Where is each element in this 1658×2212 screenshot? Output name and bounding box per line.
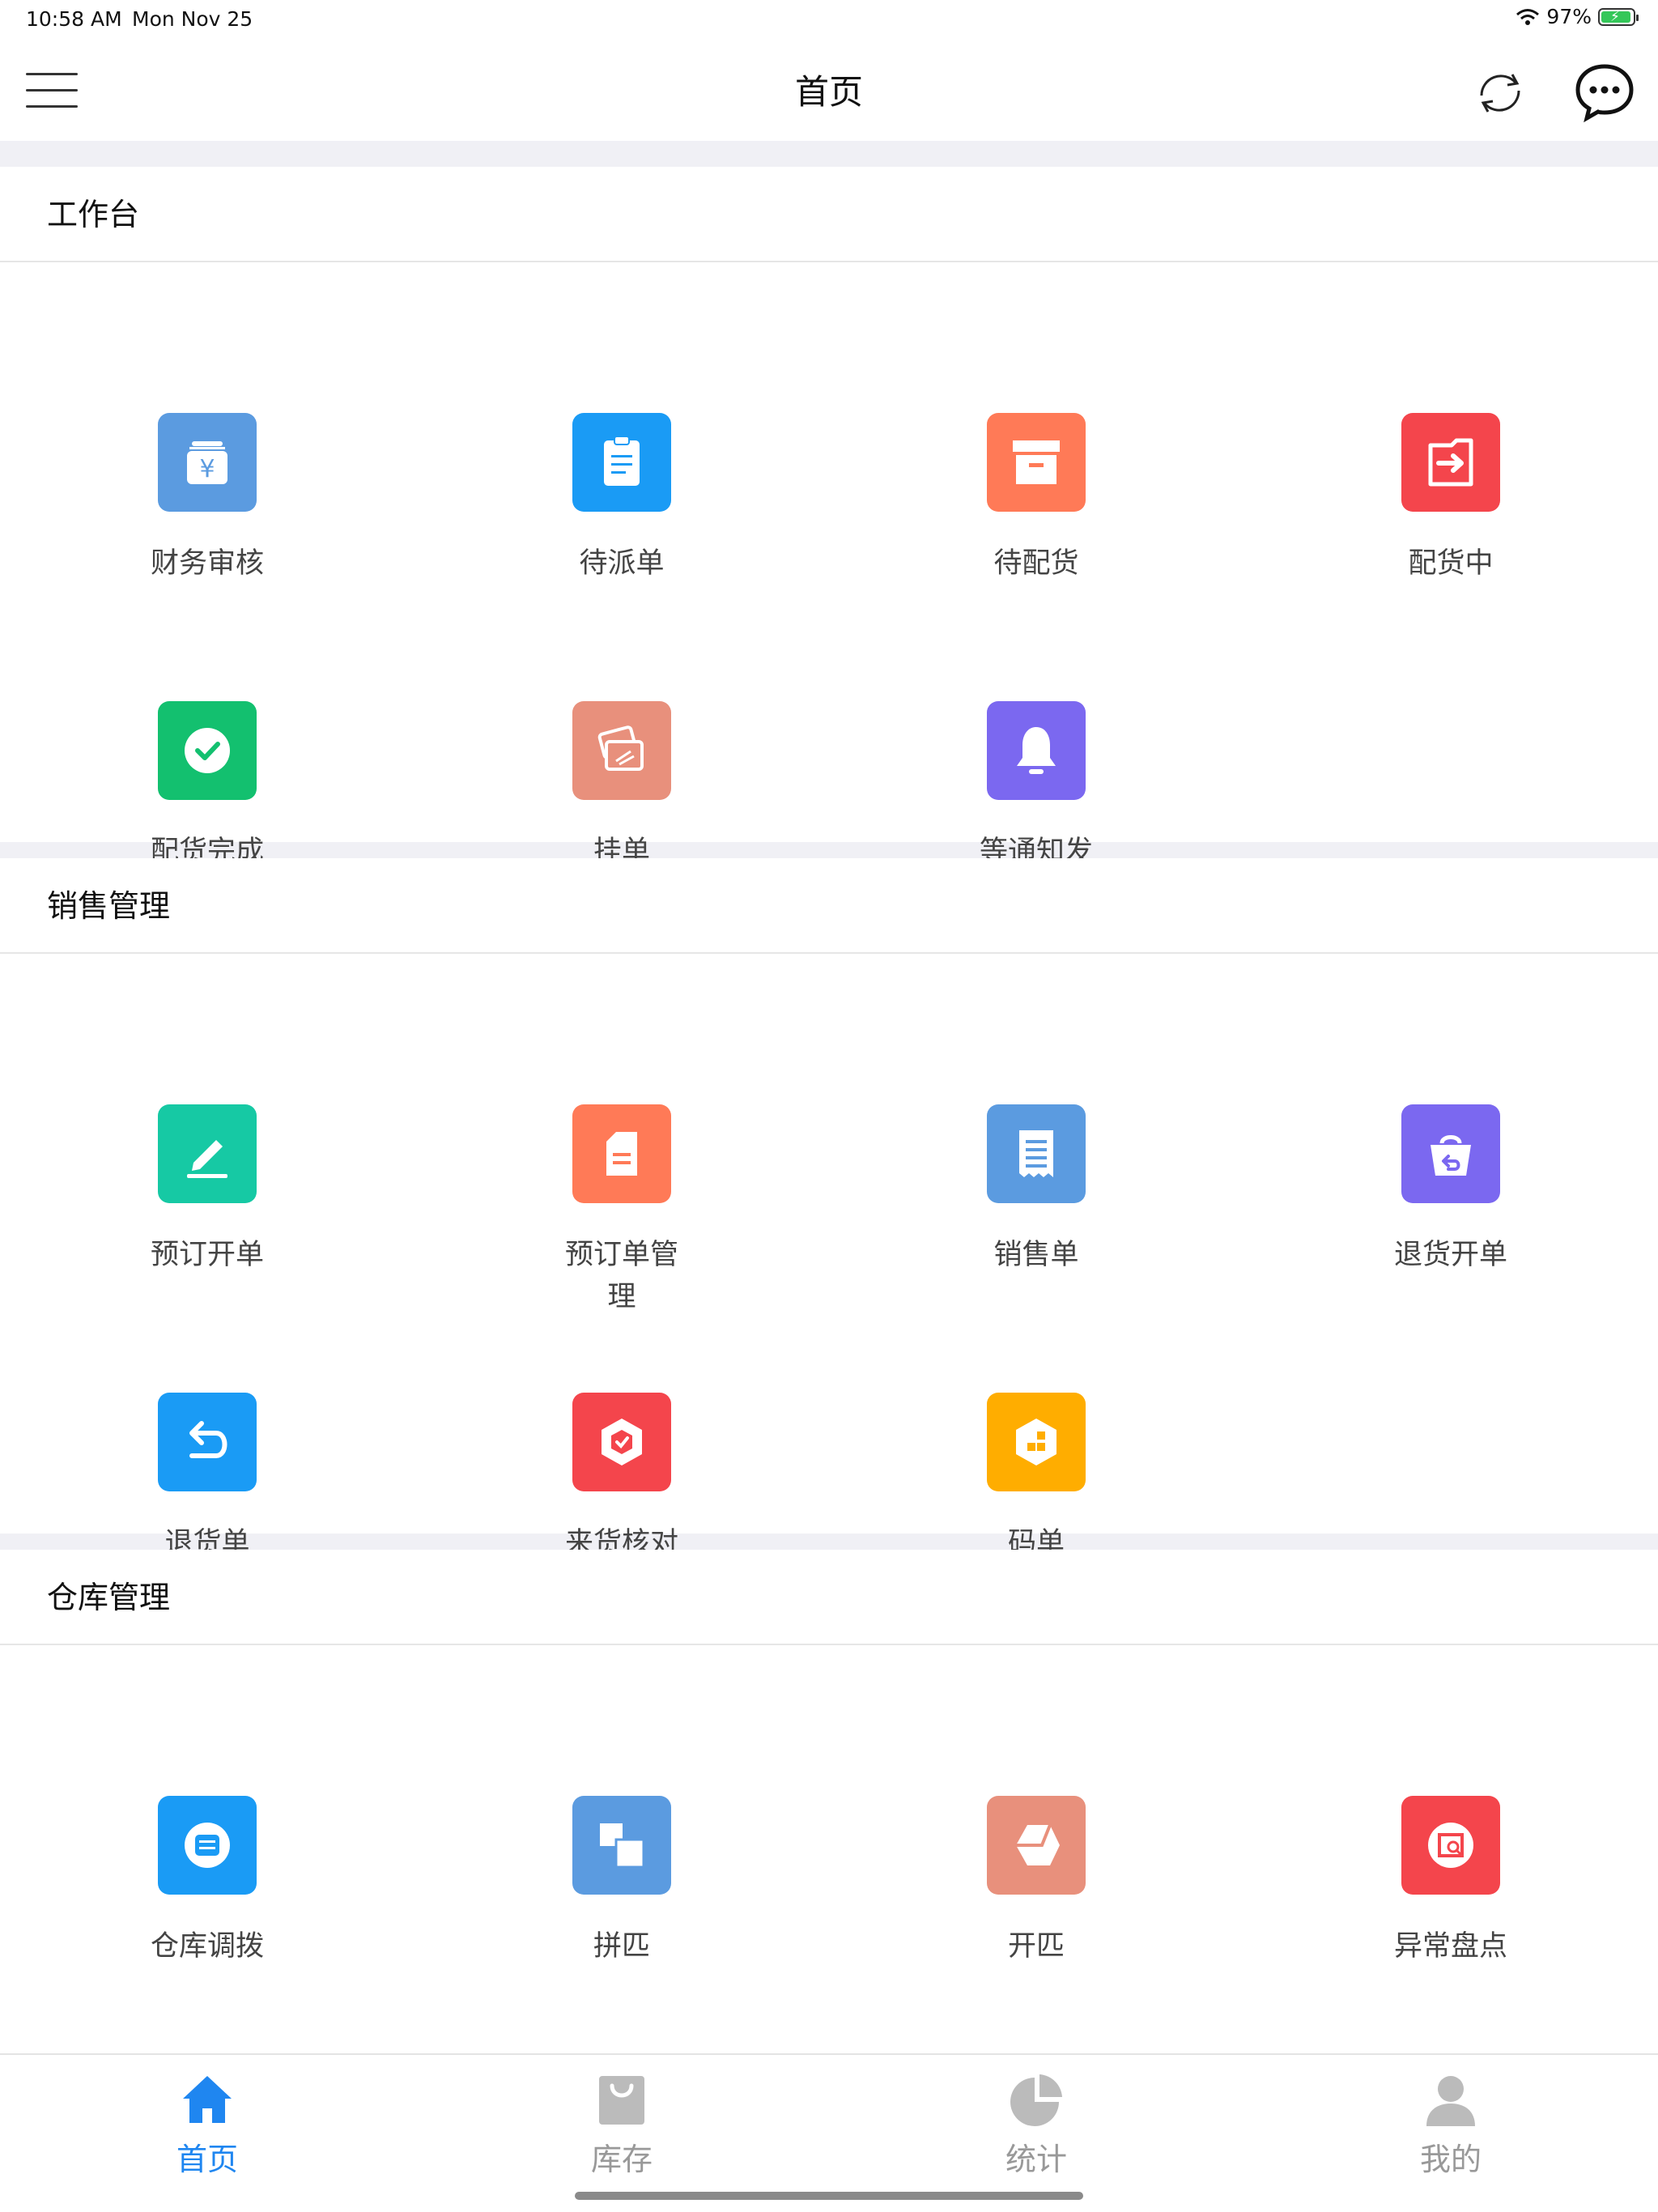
battery-percent: 97% xyxy=(1546,5,1592,28)
clipboard-icon xyxy=(572,413,671,512)
section-sales: 销售管理 预订开单 预订单管理 销售单 退货开单 退货单 来货核对 码单 xyxy=(0,858,1658,1559)
abnormal-stocktake-button[interactable]: 异常盘点 xyxy=(1244,1796,1658,1967)
merge-roll-button[interactable]: 拼匹 xyxy=(414,1796,829,1967)
warehouse-icon xyxy=(158,1796,257,1895)
allocation-done-button[interactable]: 配货完成 xyxy=(0,701,414,873)
battery-icon: ⚡ xyxy=(1598,7,1639,26)
section-workbench: 工作台 ¥ 财务审核 待派单 待配货 配货中 配货完成 挂单 等通知发 xyxy=(0,167,1658,910)
bag-icon xyxy=(599,2076,644,2125)
preorder-create-button[interactable]: 预订开单 xyxy=(0,1104,414,1276)
tab-mine[interactable]: 我的 xyxy=(1244,2071,1658,2179)
warehouse-transfer-button[interactable]: 仓库调拨 xyxy=(0,1796,414,1967)
section-title: 销售管理 xyxy=(0,858,1658,954)
incoming-check-button[interactable]: 来货核对 xyxy=(414,1393,829,1564)
pending-allocation-button[interactable]: 待配货 xyxy=(829,413,1244,585)
undo-arrow-icon xyxy=(158,1393,257,1491)
code-list-button[interactable]: 码单 xyxy=(829,1393,1244,1564)
svg-text:¥: ¥ xyxy=(199,455,215,483)
tab-bar: 首页 库存 统计 我的 xyxy=(0,2053,1658,2212)
page-title: 首页 xyxy=(794,72,863,112)
item-label: 销售单 xyxy=(993,1239,1079,1271)
finance-review-icon: ¥ xyxy=(158,413,257,512)
home-icon xyxy=(183,2076,232,2123)
status-right: 97% ⚡ xyxy=(1516,5,1639,28)
cards-icon xyxy=(572,701,671,800)
section-warehouse: 仓库管理 仓库调拨 拼匹 开匹 异常盘点 xyxy=(0,1550,1658,2053)
return-order-button[interactable]: 退货单 xyxy=(0,1393,414,1564)
item-label: 预订开单 xyxy=(150,1239,264,1271)
shield-check-icon xyxy=(572,1393,671,1491)
document-icon xyxy=(572,1104,671,1203)
tab-label: 统计 xyxy=(1005,2142,1067,2177)
return-bag-icon xyxy=(1401,1104,1500,1203)
pending-dispatch-button[interactable]: 待派单 xyxy=(414,413,829,585)
section-title: 工作台 xyxy=(0,167,1658,262)
arrow-right-box-icon xyxy=(1401,413,1500,512)
tab-label: 首页 xyxy=(176,2142,238,2177)
pen-icon xyxy=(158,1104,257,1203)
tab-home[interactable]: 首页 xyxy=(0,2071,414,2179)
archive-box-icon xyxy=(987,413,1086,512)
nav-bar: 首页 xyxy=(0,39,1658,141)
suspend-order-button[interactable]: 挂单 xyxy=(414,701,829,873)
tab-inventory[interactable]: 库存 xyxy=(414,2071,829,2179)
wifi-icon xyxy=(1516,8,1540,25)
tab-label: 我的 xyxy=(1419,2142,1482,2177)
item-label: 退货开单 xyxy=(1393,1239,1507,1271)
return-create-button[interactable]: 退货开单 xyxy=(1244,1104,1658,1276)
home-indicator xyxy=(575,2192,1083,2200)
finance-review-button[interactable]: ¥ 财务审核 xyxy=(0,413,414,585)
item-label: 财务审核 xyxy=(150,547,264,580)
cube-blocks-icon xyxy=(987,1393,1086,1491)
status-time: 10:58 AM xyxy=(26,7,122,31)
merge-squares-icon xyxy=(572,1796,671,1895)
item-label: 异常盘点 xyxy=(1393,1930,1507,1963)
message-icon[interactable] xyxy=(1574,62,1635,123)
split-roll-button[interactable]: 开匹 xyxy=(829,1796,1244,1967)
preorder-manage-button[interactable]: 预订单管理 xyxy=(414,1104,829,1318)
item-label: 待配货 xyxy=(993,547,1079,580)
split-shape-icon xyxy=(987,1796,1086,1895)
item-label: 待派单 xyxy=(579,547,665,580)
tab-statistics[interactable]: 统计 xyxy=(829,2071,1244,2179)
item-label: 仓库调拨 xyxy=(150,1930,264,1963)
item-label: 配货中 xyxy=(1408,547,1494,580)
receipt-icon xyxy=(987,1104,1086,1203)
section-title: 仓库管理 xyxy=(0,1550,1658,1645)
status-bar: 10:58 AM Mon Nov 25 97% ⚡ xyxy=(0,0,1658,39)
status-date: Mon Nov 25 xyxy=(132,7,253,31)
inventory-search-icon xyxy=(1401,1796,1500,1895)
item-label: 开匹 xyxy=(1007,1930,1065,1963)
item-label: 预订单管理 xyxy=(564,1239,678,1313)
refresh-icon[interactable] xyxy=(1472,65,1528,121)
user-icon xyxy=(1426,2076,1475,2126)
tab-label: 库存 xyxy=(590,2142,653,2177)
sales-order-button[interactable]: 销售单 xyxy=(829,1104,1244,1276)
pie-chart-icon xyxy=(1010,2074,1062,2126)
bell-icon xyxy=(987,701,1086,800)
item-label: 拼匹 xyxy=(593,1930,650,1963)
check-circle-icon xyxy=(158,701,257,800)
allocating-button[interactable]: 配货中 xyxy=(1244,413,1658,585)
